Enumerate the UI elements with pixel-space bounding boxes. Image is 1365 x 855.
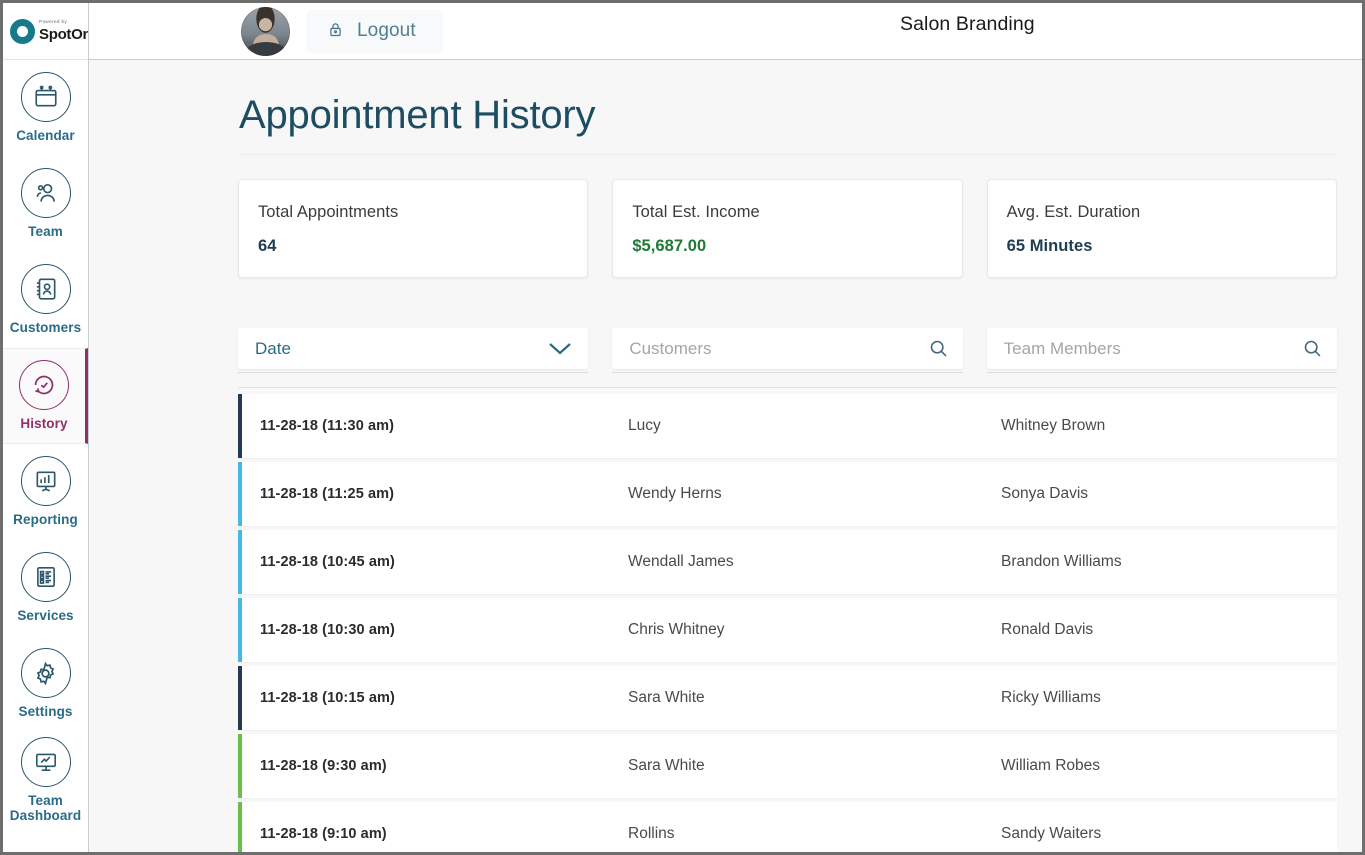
sidebar-item-history[interactable]: History xyxy=(3,348,88,444)
row-team-member: Sandy Waiters xyxy=(1001,825,1337,843)
row-customer: Sara White xyxy=(628,689,1001,707)
team-search-placeholder: Team Members xyxy=(1004,339,1302,359)
filters-divider xyxy=(238,387,1337,388)
monitor-icon xyxy=(21,737,71,787)
sidebar-item-customers[interactable]: Customers xyxy=(3,252,88,348)
table-row[interactable]: 11-28-18 (11:30 am)LucyWhitney Brown xyxy=(238,394,1337,458)
row-team-member: Ricky Williams xyxy=(1001,689,1337,707)
content-area: Appointment History Total Appointments 6… xyxy=(89,60,1362,852)
gear-icon xyxy=(21,648,71,698)
stat-value: 65 Minutes xyxy=(1007,237,1317,256)
stat-card-total-appointments: Total Appointments 64 xyxy=(238,179,588,278)
row-customer: Wendy Herns xyxy=(628,485,1001,503)
spoton-ring-icon xyxy=(10,19,35,44)
people-icon xyxy=(21,168,71,218)
appointment-list: 11-28-18 (11:30 am)LucyWhitney Brown11-2… xyxy=(238,394,1337,852)
row-date: 11-28-18 (10:45 am) xyxy=(242,554,628,570)
stat-label: Avg. Est. Duration xyxy=(1007,203,1317,222)
row-team-member: Brandon Williams xyxy=(1001,553,1337,571)
sidebar-item-team[interactable]: Team xyxy=(3,156,88,252)
field-underline xyxy=(238,372,588,373)
date-sort-value: Date xyxy=(255,339,546,359)
search-icon[interactable] xyxy=(928,338,949,359)
sidebar-item-services[interactable]: Services xyxy=(3,540,88,636)
sidebar-item-label: Settings xyxy=(18,705,72,720)
sidebar: Powered by SpotOn Calendar xyxy=(3,3,89,852)
salon-title: Salon Branding xyxy=(900,13,1035,36)
table-row[interactable]: 11-28-18 (10:30 am)Chris WhitneyRonald D… xyxy=(238,598,1337,662)
brand-powered-by: Powered by xyxy=(39,20,89,25)
sidebar-item-team-dashboard[interactable]: Team Dashboard xyxy=(3,732,88,828)
table-row[interactable]: 11-28-18 (10:45 am)Wendall JamesBrandon … xyxy=(238,530,1337,594)
table-row[interactable]: 11-28-18 (10:15 am)Sara WhiteRicky Willi… xyxy=(238,666,1337,730)
row-team-member: Ronald Davis xyxy=(1001,621,1337,639)
stat-card-total-est-income: Total Est. Income $5,687.00 xyxy=(612,179,962,278)
logout-button[interactable]: Logout xyxy=(306,10,443,53)
row-date: 11-28-18 (9:10 am) xyxy=(242,826,628,842)
page-title: Appointment History xyxy=(238,93,1337,138)
row-date: 11-28-18 (10:15 am) xyxy=(242,690,628,706)
app-window: Powered by SpotOn Calendar xyxy=(0,0,1365,855)
sidebar-item-calendar[interactable]: Calendar xyxy=(3,60,88,156)
row-team-member: Whitney Brown xyxy=(1001,417,1337,435)
title-divider xyxy=(238,154,1337,155)
sidebar-item-settings[interactable]: Settings xyxy=(3,636,88,732)
row-customer: Chris Whitney xyxy=(628,621,1001,639)
checklist-icon xyxy=(21,552,71,602)
filter-row: Date Customers xyxy=(238,328,1337,369)
date-sort-select[interactable]: Date xyxy=(238,328,588,369)
row-date: 11-28-18 (9:30 am) xyxy=(242,758,628,774)
logout-label: Logout xyxy=(357,20,416,42)
sidebar-item-label: History xyxy=(20,417,67,432)
brand-logo: Powered by SpotOn xyxy=(3,3,88,60)
row-customer: Lucy xyxy=(628,417,1001,435)
sidebar-item-label: Team Dashboard xyxy=(3,794,89,823)
row-team-member: Sonya Davis xyxy=(1001,485,1337,503)
avatar[interactable] xyxy=(241,7,290,56)
sidebar-item-label: Reporting xyxy=(13,513,78,528)
bar-chart-icon xyxy=(21,456,71,506)
stat-cards: Total Appointments 64 Total Est. Income … xyxy=(238,179,1337,278)
brand-name: SpotOn xyxy=(39,27,89,42)
chevron-down-icon[interactable] xyxy=(546,340,574,357)
stat-label: Total Est. Income xyxy=(632,203,942,222)
lock-icon xyxy=(327,20,344,42)
stat-label: Total Appointments xyxy=(258,203,568,222)
team-search-input[interactable]: Team Members xyxy=(987,328,1337,369)
sidebar-item-label: Services xyxy=(17,609,73,624)
contact-book-icon xyxy=(21,264,71,314)
customer-search-input[interactable]: Customers xyxy=(612,328,962,369)
stat-value: $5,687.00 xyxy=(632,237,942,256)
sidebar-item-reporting[interactable]: Reporting xyxy=(3,444,88,540)
sidebar-item-label: Customers xyxy=(10,321,81,336)
sidebar-item-label: Team xyxy=(28,225,63,240)
customer-search-placeholder: Customers xyxy=(629,339,927,359)
row-date: 11-28-18 (11:25 am) xyxy=(242,486,628,502)
row-team-member: William Robes xyxy=(1001,757,1337,775)
table-row[interactable]: 11-28-18 (9:10 am)RollinsSandy Waiters xyxy=(238,802,1337,852)
clock-rotate-icon xyxy=(19,360,69,410)
table-row[interactable]: 11-28-18 (11:25 am)Wendy HernsSonya Davi… xyxy=(238,462,1337,526)
field-underline xyxy=(987,372,1337,373)
sidebar-nav: Calendar Team xyxy=(3,60,88,828)
field-underline xyxy=(612,372,962,373)
search-icon[interactable] xyxy=(1302,338,1323,359)
stat-value: 64 xyxy=(258,237,568,256)
main-area: Logout Salon Branding Appointment Histor… xyxy=(89,3,1362,852)
row-customer: Sara White xyxy=(628,757,1001,775)
stat-card-avg-est-duration: Avg. Est. Duration 65 Minutes xyxy=(987,179,1337,278)
row-customer: Rollins xyxy=(628,825,1001,843)
calendar-icon xyxy=(21,72,71,122)
table-row[interactable]: 11-28-18 (9:30 am)Sara WhiteWilliam Robe… xyxy=(238,734,1337,798)
row-date: 11-28-18 (10:30 am) xyxy=(242,622,628,638)
top-bar: Logout Salon Branding xyxy=(89,3,1362,60)
row-customer: Wendall James xyxy=(628,553,1001,571)
row-date: 11-28-18 (11:30 am) xyxy=(242,418,628,434)
sidebar-item-label: Calendar xyxy=(16,129,75,144)
